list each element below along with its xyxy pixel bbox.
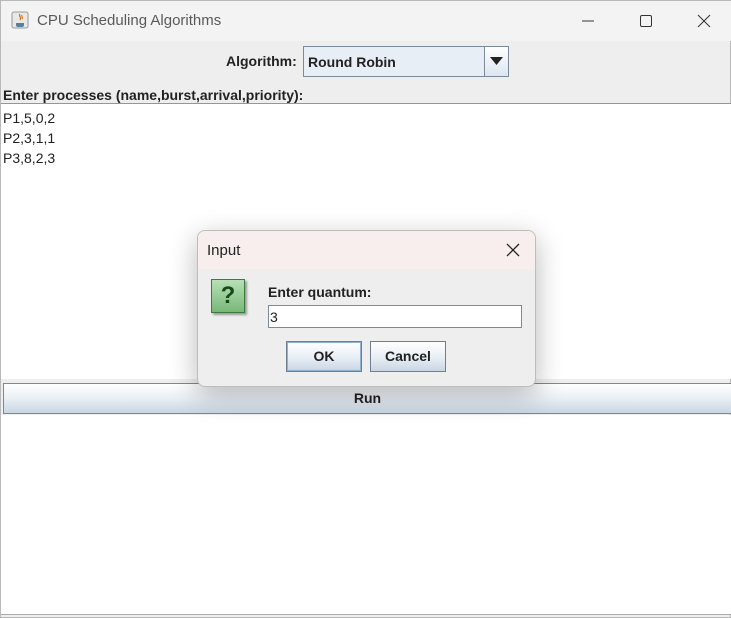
algorithm-label: Algorithm: (226, 53, 297, 69)
algorithm-select[interactable]: Round Robin (303, 46, 509, 77)
dropdown-arrow-button[interactable] (484, 47, 508, 76)
java-app-icon (11, 11, 29, 29)
quantum-prompt: Enter quantum: (268, 284, 372, 300)
title-bar[interactable]: CPU Scheduling Algorithms (1, 1, 731, 41)
dialog-close-icon[interactable] (504, 241, 522, 259)
input-dialog: Input ? Enter quantum: OK Cancel (197, 230, 536, 387)
processes-label: Enter processes (name,burst,arrival,prio… (3, 87, 304, 103)
close-button[interactable] (675, 1, 731, 41)
cancel-button[interactable]: Cancel (370, 341, 446, 372)
output-area[interactable] (1, 415, 731, 615)
chevron-down-icon (490, 57, 503, 65)
maximize-button[interactable] (617, 1, 675, 41)
question-icon: ? (211, 279, 245, 313)
algorithm-selected-value: Round Robin (308, 54, 396, 70)
maximize-icon (640, 15, 652, 27)
quantum-input[interactable] (268, 305, 522, 328)
window-title: CPU Scheduling Algorithms (37, 12, 222, 29)
process-line: P1,5,0,2 (3, 110, 56, 126)
minimize-button[interactable] (559, 1, 617, 41)
dialog-title-bar[interactable]: Input (198, 231, 535, 269)
ok-button[interactable]: OK (286, 341, 362, 372)
process-line: P3,8,2,3 (3, 150, 56, 166)
run-button[interactable]: Run (3, 383, 731, 414)
close-icon (697, 14, 711, 28)
minimize-icon (582, 20, 594, 22)
dialog-title: Input (207, 242, 241, 259)
process-line: P2,3,1,1 (3, 130, 56, 146)
